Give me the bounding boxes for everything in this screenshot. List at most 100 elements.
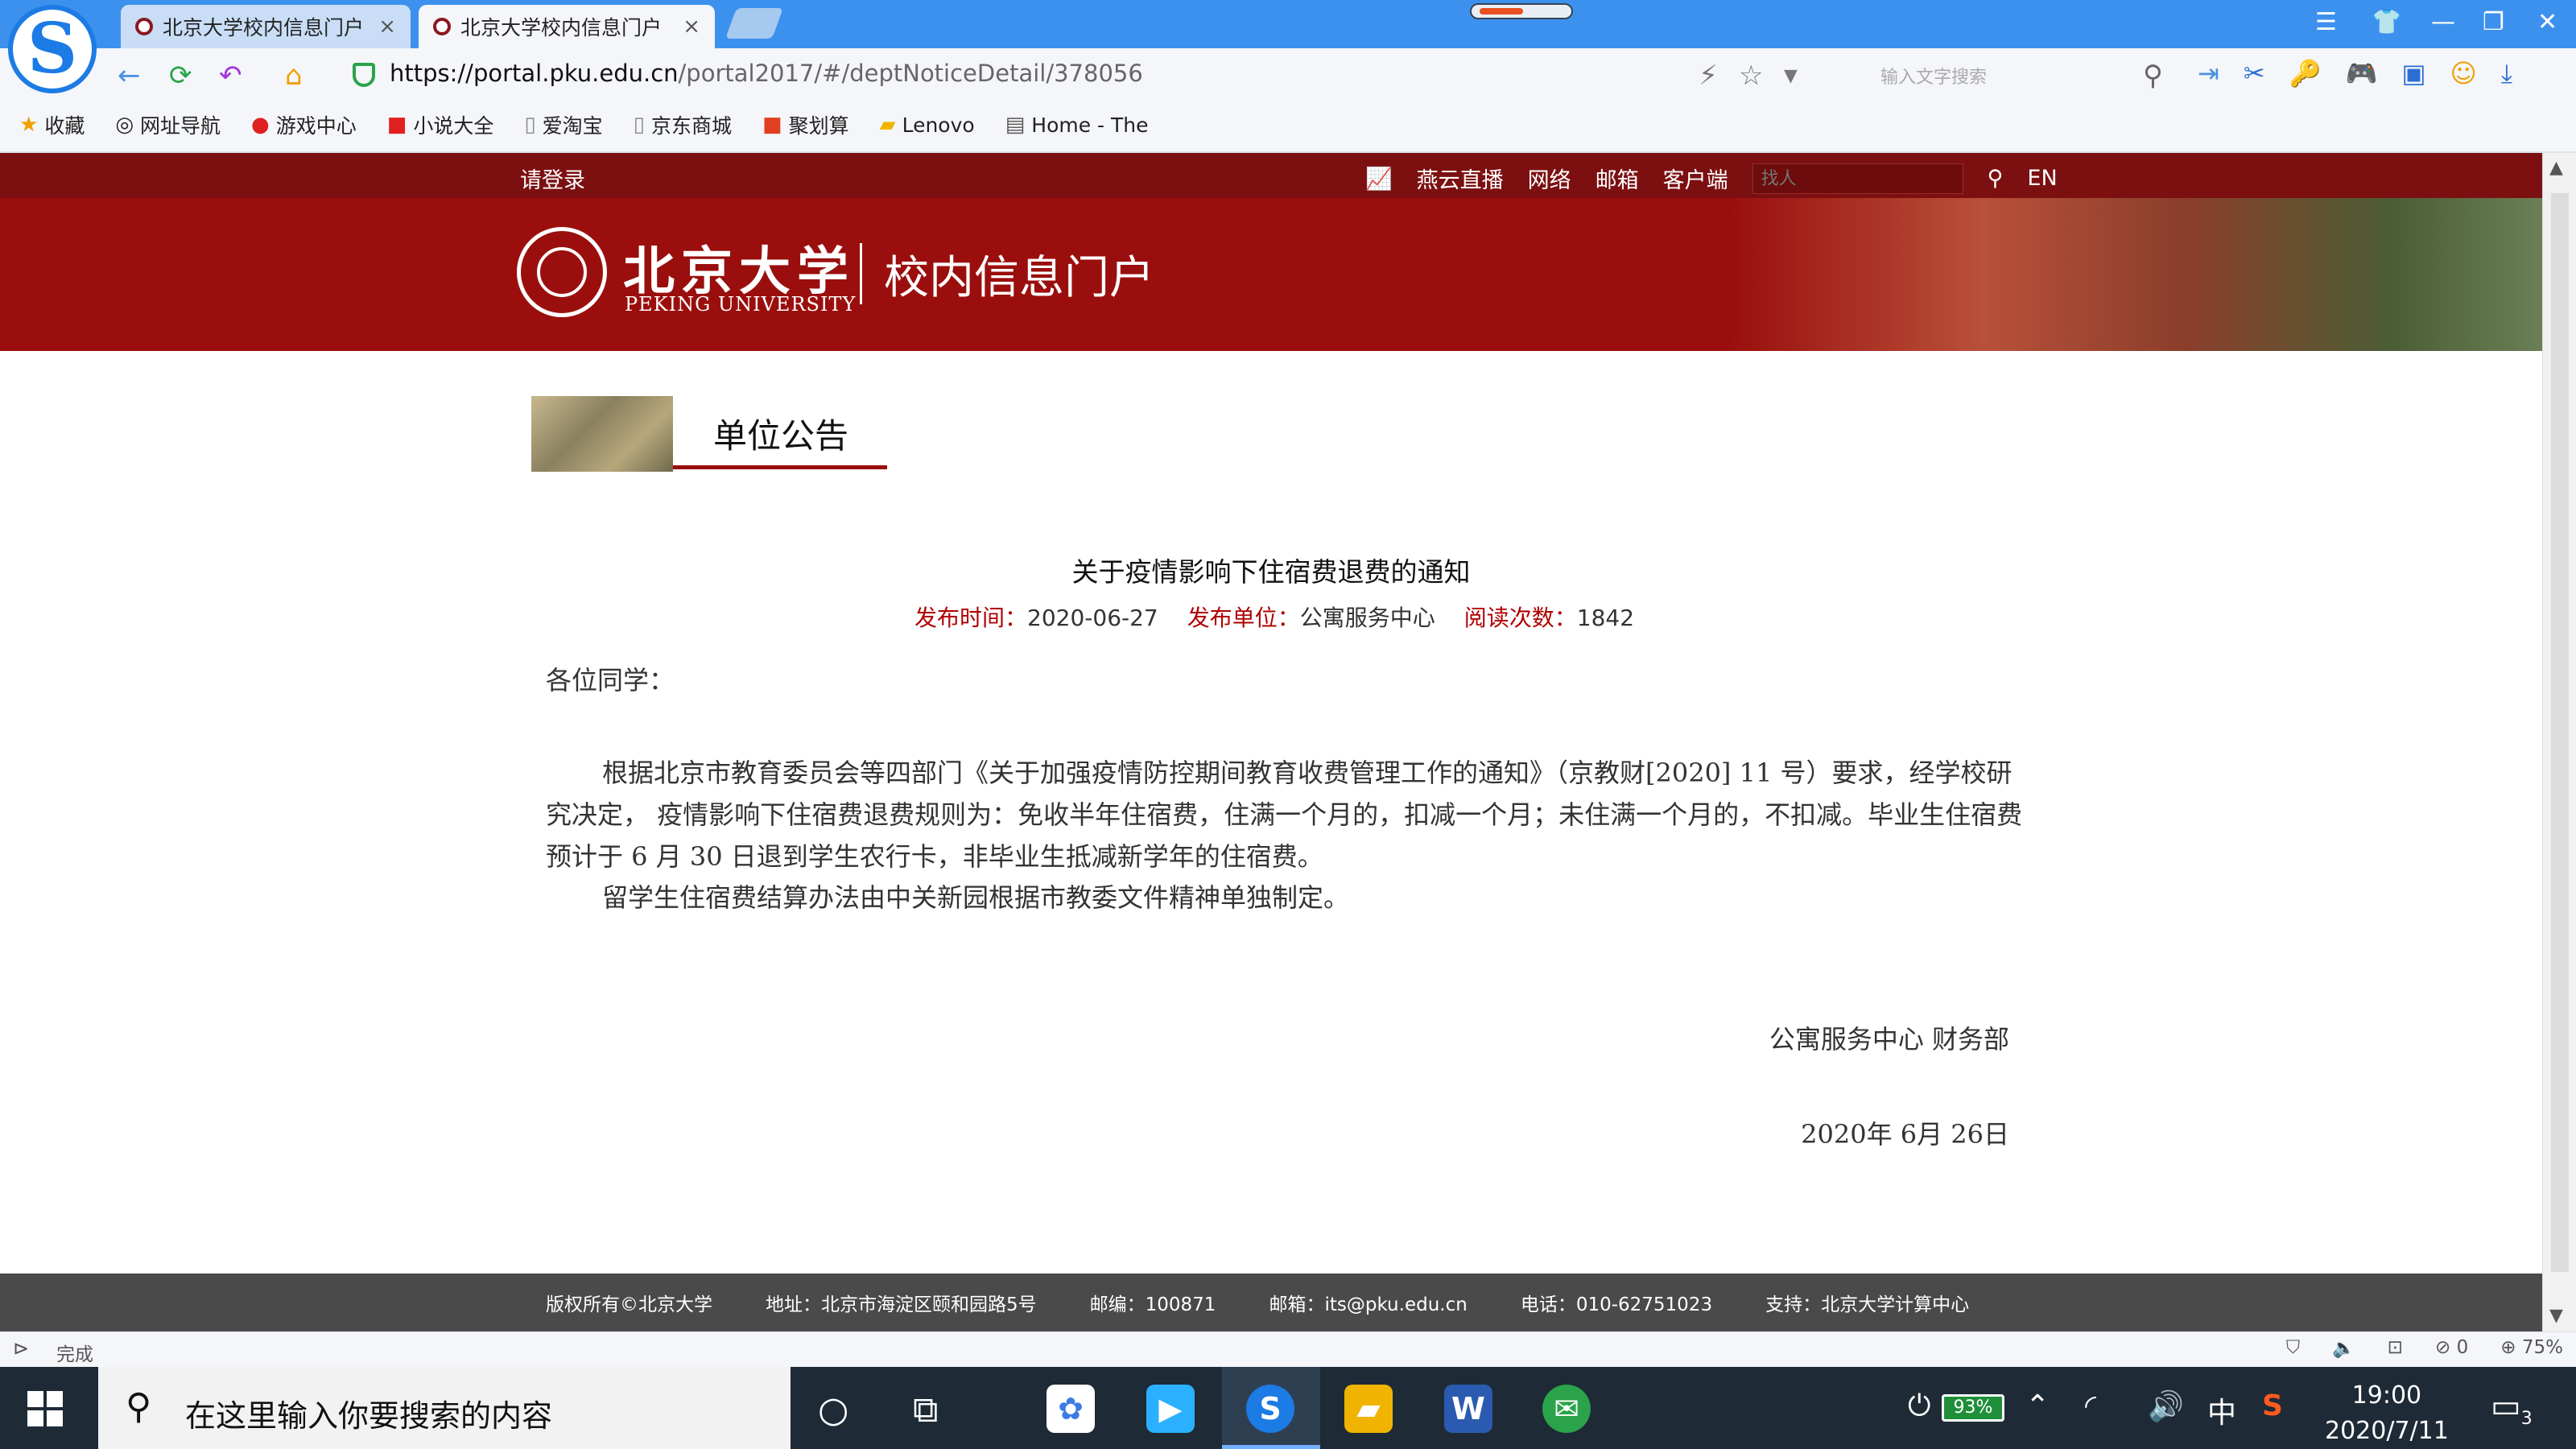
- zoom-control[interactable]: ⊕ 75%: [2500, 1337, 2563, 1359]
- favorite-star-icon[interactable]: ☆: [1739, 60, 1763, 92]
- extension-icon[interactable]: ⇥: [2198, 58, 2219, 89]
- search-input[interactable]: 输入文字搜索: [1819, 56, 2174, 92]
- tab-1-close-icon[interactable]: ×: [378, 14, 396, 39]
- wifi-icon[interactable]: ◜: [2085, 1389, 2096, 1422]
- login-link[interactable]: 请登录: [520, 163, 585, 194]
- taskbar-search-icon: ⚲: [126, 1386, 152, 1427]
- tab-scroll-indicator[interactable]: [1470, 3, 1573, 19]
- meta-publisher: 发布单位：公寓服务中心: [1187, 605, 1435, 631]
- url-host: portal.pku.edu.cn: [473, 60, 679, 87]
- stats-icon[interactable]: 📈: [1365, 166, 1393, 192]
- undo-icon[interactable]: ↶: [219, 60, 242, 92]
- page-icon: ▯: [633, 113, 645, 137]
- notice-date: 2020年 6月 26日: [1801, 1119, 2009, 1150]
- bookmark-home[interactable]: ▤ Home - The: [1005, 113, 1149, 137]
- sound-icon[interactable]: 🔈: [2332, 1337, 2355, 1359]
- menu-icon[interactable]: ☰: [2315, 8, 2337, 36]
- home-icon[interactable]: ⌂: [285, 60, 303, 92]
- section-underline: [673, 465, 887, 469]
- screenshot-icon[interactable]: ✂: [2244, 58, 2265, 89]
- bookmark-favorites[interactable]: ★ 收藏: [19, 110, 85, 139]
- security-icon[interactable]: ⛉: [2286, 1337, 2300, 1359]
- address-toolbar: ← ⟳ ↶ ⌂ https://portal.pku.edu.cn/portal…: [0, 48, 2576, 98]
- sogou-browser-icon[interactable]: S: [1246, 1385, 1294, 1433]
- back-icon[interactable]: ←: [118, 60, 141, 92]
- volume-icon[interactable]: 🔊: [2148, 1389, 2184, 1423]
- emoji-icon[interactable]: ☺: [2450, 58, 2477, 89]
- nav-network[interactable]: 网络: [1528, 163, 1571, 194]
- people-search-input[interactable]: [1752, 163, 1963, 194]
- task-view-icon[interactable]: ⧉: [913, 1389, 938, 1430]
- close-window-icon[interactable]: ✕: [2537, 8, 2557, 36]
- bookmark-aitaobao[interactable]: ▯ 爱淘宝: [524, 110, 602, 139]
- secure-shield-icon: [353, 63, 375, 87]
- dropdown-icon[interactable]: ▼: [1784, 66, 1798, 86]
- restore-icon[interactable]: ❐: [2483, 8, 2504, 36]
- clock-date: 2020/7/11: [2325, 1417, 2449, 1445]
- search-icon[interactable]: ⚲: [2143, 60, 2163, 92]
- scroll-up-icon[interactable]: ▲: [2549, 158, 2563, 178]
- scrollbar-thumb[interactable]: [2551, 193, 2569, 1272]
- power-plug-icon[interactable]: ⏻: [1908, 1389, 1930, 1423]
- windows-start-icon[interactable]: [27, 1391, 63, 1426]
- sogou-ime-icon[interactable]: S: [2262, 1389, 2283, 1422]
- translate-icon[interactable]: ▣: [2401, 58, 2425, 89]
- lang-switch[interactable]: EN: [2027, 166, 2057, 191]
- address-input[interactable]: https://portal.pku.edu.cn/portal2017/#/d…: [390, 60, 1143, 87]
- wechat-icon[interactable]: ✉: [1542, 1385, 1591, 1433]
- tab-1-title: 北京大学校内信息门户: [163, 16, 365, 39]
- adblock-counter[interactable]: ⊘ 0: [2435, 1337, 2468, 1359]
- tab-2-close-icon[interactable]: ×: [683, 14, 700, 39]
- star-icon: ★: [19, 113, 39, 137]
- tray-expand-icon[interactable]: ⌃: [2025, 1389, 2050, 1422]
- url-path: /portal2017/#/deptNoticeDetail/378056: [678, 60, 1143, 87]
- footer-email[interactable]: 邮箱：its@pku.edu.cn: [1269, 1289, 1467, 1316]
- bookmark-lenovo[interactable]: ▰ Lenovo: [880, 113, 975, 137]
- tab-1[interactable]: 北京大学校内信息门户 ×: [121, 5, 411, 48]
- new-tab-button[interactable]: [725, 8, 783, 39]
- notice-meta: 发布时间：2020-06-27 发布单位：公寓服务中心 阅读次数：1842: [914, 601, 1634, 633]
- lock-page-icon[interactable]: ⊡: [2388, 1337, 2403, 1359]
- bookmark-novels[interactable]: ■ 小说大全: [387, 110, 494, 139]
- notification-center-icon[interactable]: ▭3: [2491, 1388, 2533, 1429]
- game-icon: ●: [251, 113, 270, 137]
- bookmark-jd[interactable]: ▯ 京东商城: [634, 110, 732, 139]
- scroll-down-icon[interactable]: ▼: [2549, 1306, 2563, 1326]
- pku-emblem-icon[interactable]: [517, 227, 607, 317]
- sogou-browser-logo-icon[interactable]: S: [8, 5, 97, 93]
- bookmark-games[interactable]: ● 游戏中心: [251, 110, 357, 139]
- download-icon[interactable]: ⤓: [2501, 58, 2512, 89]
- word-icon[interactable]: W: [1444, 1385, 1492, 1433]
- page-scrollbar[interactable]: ▲ ▼: [2542, 153, 2576, 1331]
- gamepad-icon[interactable]: 🎮: [2345, 58, 2377, 89]
- footer-phone: 电话：010-62751023: [1520, 1294, 1713, 1315]
- tab-2[interactable]: 北京大学校内信息门户 ×: [419, 5, 715, 48]
- bookmark-juhuasuan[interactable]: ■ 聚划算: [762, 110, 849, 139]
- page-icon: ▯: [524, 113, 536, 137]
- page-icon: ▤: [1005, 113, 1026, 137]
- key-icon[interactable]: 🔑: [2289, 58, 2322, 89]
- refresh-icon[interactable]: ⟳: [169, 60, 192, 92]
- nav-live[interactable]: 燕云直播: [1417, 163, 1504, 194]
- sidebar-toggle-icon[interactable]: ⊳: [13, 1337, 29, 1360]
- minimize-icon[interactable]: —: [2431, 8, 2455, 36]
- bookmark-nav[interactable]: ◎ 网址导航: [115, 110, 221, 139]
- nav-client[interactable]: 客户端: [1663, 163, 1728, 194]
- footer-support: 支持：北京大学计算中心: [1765, 1294, 1970, 1315]
- search-icon[interactable]: ⚲: [1988, 166, 2004, 191]
- file-explorer-icon[interactable]: ▰: [1344, 1385, 1393, 1433]
- app-icon-1[interactable]: ✿: [1046, 1385, 1095, 1433]
- windows-taskbar: ⚲ 在这里输入你要搜索的内容 ○ ⧉ ✿ ▶ S ▰ W ✉ ⏻ 93% ⌃ ◜…: [0, 1367, 2576, 1449]
- ime-indicator[interactable]: 中: [2207, 1389, 2236, 1431]
- video-player-icon[interactable]: ▶: [1146, 1385, 1195, 1433]
- notice-paragraph-2: 留学生住宿费结算办法由中关新园根据市教委文件精神单独制定。: [602, 882, 1350, 913]
- skin-icon[interactable]: 👕: [2372, 8, 2401, 36]
- pku-logo-en: PEKING UNIVERSITY: [625, 293, 857, 316]
- battery-indicator[interactable]: 93%: [1942, 1394, 2004, 1422]
- taskbar-clock[interactable]: 19:00 2020/7/11: [2325, 1378, 2449, 1449]
- lightning-icon[interactable]: ⚡: [1699, 60, 1718, 92]
- nav-mail[interactable]: 邮箱: [1596, 163, 1639, 194]
- taskbar-search[interactable]: ⚲ 在这里输入你要搜索的内容: [98, 1367, 791, 1449]
- cortana-icon[interactable]: ○: [818, 1389, 848, 1430]
- pku-favicon-icon: [135, 18, 153, 35]
